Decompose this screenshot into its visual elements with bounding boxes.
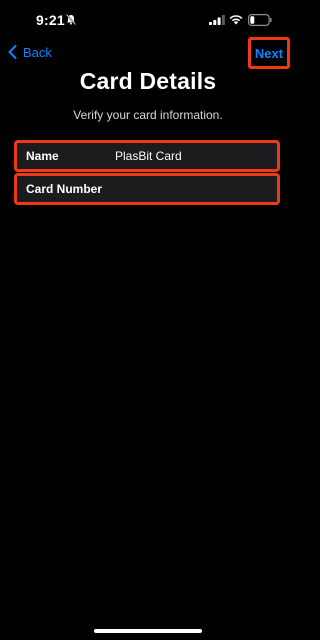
back-button[interactable]: Back	[8, 42, 52, 62]
screen: 9:21 Back Next Card Details Verify your …	[0, 0, 296, 640]
status-time: 9:21	[36, 12, 65, 28]
card-number-field-row[interactable]: Card Number	[14, 173, 280, 205]
bell-slash-icon	[66, 14, 76, 25]
home-indicator[interactable]	[94, 629, 202, 633]
next-button[interactable]: Next	[248, 37, 290, 69]
chevron-left-icon	[8, 45, 17, 59]
card-number-field-label: Card Number	[26, 182, 103, 196]
name-field-label: Name	[26, 149, 59, 163]
back-button-label: Back	[23, 44, 52, 60]
next-button-label: Next	[254, 45, 284, 61]
page-title: Card Details	[79, 68, 217, 94]
wifi-icon	[229, 15, 243, 25]
name-field-value[interactable]: PlasBit Card	[115, 149, 269, 163]
name-field-row[interactable]: Name PlasBit Card	[14, 140, 280, 172]
battery-icon	[248, 14, 272, 26]
status-bar: 9:21	[0, 0, 296, 36]
signal-icon	[209, 15, 225, 25]
page-subtitle: Verify your card information.	[73, 108, 223, 122]
